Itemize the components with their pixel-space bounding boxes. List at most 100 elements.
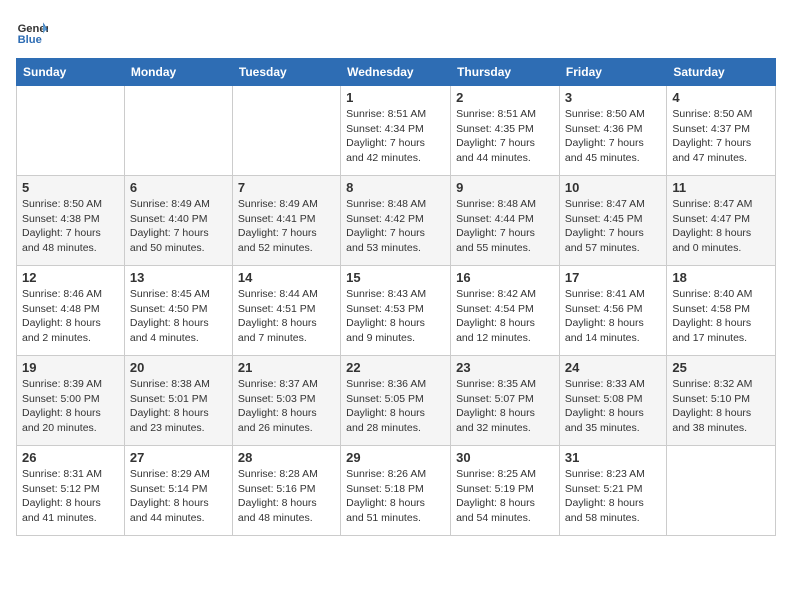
weekday-header-tuesday: Tuesday bbox=[232, 59, 340, 86]
calendar-cell: 15 Sunrise: 8:43 AM Sunset: 4:53 PM Dayli… bbox=[341, 266, 451, 356]
day-info: Sunrise: 8:50 AM Sunset: 4:36 PM Dayligh… bbox=[565, 107, 661, 166]
day-info: Sunrise: 8:38 AM Sunset: 5:01 PM Dayligh… bbox=[130, 377, 227, 436]
page-header: General Blue bbox=[16, 16, 776, 48]
logo-icon: General Blue bbox=[16, 16, 48, 48]
calendar-cell: 24 Sunrise: 8:33 AM Sunset: 5:08 PM Dayli… bbox=[559, 356, 666, 446]
logo: General Blue bbox=[16, 16, 52, 48]
calendar-cell: 30 Sunrise: 8:25 AM Sunset: 5:19 PM Dayli… bbox=[451, 446, 560, 536]
calendar-cell: 3 Sunrise: 8:50 AM Sunset: 4:36 PM Daylig… bbox=[559, 86, 666, 176]
day-number: 23 bbox=[456, 360, 554, 375]
calendar-week-4: 19 Sunrise: 8:39 AM Sunset: 5:00 PM Dayli… bbox=[17, 356, 776, 446]
calendar-cell: 28 Sunrise: 8:28 AM Sunset: 5:16 PM Dayli… bbox=[232, 446, 340, 536]
day-number: 28 bbox=[238, 450, 335, 465]
day-info: Sunrise: 8:26 AM Sunset: 5:18 PM Dayligh… bbox=[346, 467, 445, 526]
calendar-cell: 20 Sunrise: 8:38 AM Sunset: 5:01 PM Dayli… bbox=[124, 356, 232, 446]
weekday-header-sunday: Sunday bbox=[17, 59, 125, 86]
day-number: 30 bbox=[456, 450, 554, 465]
day-number: 14 bbox=[238, 270, 335, 285]
weekday-header-monday: Monday bbox=[124, 59, 232, 86]
calendar-cell: 26 Sunrise: 8:31 AM Sunset: 5:12 PM Dayli… bbox=[17, 446, 125, 536]
day-number: 29 bbox=[346, 450, 445, 465]
calendar-cell: 5 Sunrise: 8:50 AM Sunset: 4:38 PM Daylig… bbox=[17, 176, 125, 266]
day-number: 16 bbox=[456, 270, 554, 285]
calendar-cell: 10Sunrise: 8:47 AM Sunset: 4:45 PM Dayli… bbox=[559, 176, 666, 266]
day-info: Sunrise: 8:45 AM Sunset: 4:50 PM Dayligh… bbox=[130, 287, 227, 346]
weekday-header-row: SundayMondayTuesdayWednesdayThursdayFrid… bbox=[17, 59, 776, 86]
day-info: Sunrise: 8:31 AM Sunset: 5:12 PM Dayligh… bbox=[22, 467, 119, 526]
day-info: Sunrise: 8:51 AM Sunset: 4:34 PM Dayligh… bbox=[346, 107, 445, 166]
calendar-cell bbox=[124, 86, 232, 176]
weekday-header-thursday: Thursday bbox=[451, 59, 560, 86]
day-number: 24 bbox=[565, 360, 661, 375]
weekday-header-saturday: Saturday bbox=[667, 59, 776, 86]
weekday-header-friday: Friday bbox=[559, 59, 666, 86]
day-number: 11 bbox=[672, 180, 770, 195]
day-info: Sunrise: 8:51 AM Sunset: 4:35 PM Dayligh… bbox=[456, 107, 554, 166]
day-info: Sunrise: 8:39 AM Sunset: 5:00 PM Dayligh… bbox=[22, 377, 119, 436]
day-number: 6 bbox=[130, 180, 227, 195]
calendar-week-5: 26 Sunrise: 8:31 AM Sunset: 5:12 PM Dayli… bbox=[17, 446, 776, 536]
day-info: Sunrise: 8:35 AM Sunset: 5:07 PM Dayligh… bbox=[456, 377, 554, 436]
day-info: Sunrise: 8:43 AM Sunset: 4:53 PM Dayligh… bbox=[346, 287, 445, 346]
day-info: Sunrise: 8:48 AM Sunset: 4:44 PM Dayligh… bbox=[456, 197, 554, 256]
day-number: 26 bbox=[22, 450, 119, 465]
day-number: 8 bbox=[346, 180, 445, 195]
day-info: Sunrise: 8:47 AM Sunset: 4:47 PM Dayligh… bbox=[672, 197, 770, 256]
calendar-cell: 27 Sunrise: 8:29 AM Sunset: 5:14 PM Dayli… bbox=[124, 446, 232, 536]
calendar-cell bbox=[667, 446, 776, 536]
calendar-cell: 1 Sunrise: 8:51 AM Sunset: 4:34 PM Daylig… bbox=[341, 86, 451, 176]
calendar-cell: 31 Sunrise: 8:23 AM Sunset: 5:21 PM Dayli… bbox=[559, 446, 666, 536]
svg-text:Blue: Blue bbox=[18, 34, 42, 46]
day-info: Sunrise: 8:33 AM Sunset: 5:08 PM Dayligh… bbox=[565, 377, 661, 436]
day-number: 19 bbox=[22, 360, 119, 375]
calendar-cell: 6 Sunrise: 8:49 AM Sunset: 4:40 PM Daylig… bbox=[124, 176, 232, 266]
calendar-cell: 29 Sunrise: 8:26 AM Sunset: 5:18 PM Dayli… bbox=[341, 446, 451, 536]
calendar-cell: 16Sunrise: 8:42 AM Sunset: 4:54 PM Dayli… bbox=[451, 266, 560, 356]
day-info: Sunrise: 8:49 AM Sunset: 4:40 PM Dayligh… bbox=[130, 197, 227, 256]
day-info: Sunrise: 8:36 AM Sunset: 5:05 PM Dayligh… bbox=[346, 377, 445, 436]
day-number: 22 bbox=[346, 360, 445, 375]
day-number: 5 bbox=[22, 180, 119, 195]
day-info: Sunrise: 8:32 AM Sunset: 5:10 PM Dayligh… bbox=[672, 377, 770, 436]
day-number: 15 bbox=[346, 270, 445, 285]
day-number: 3 bbox=[565, 90, 661, 105]
calendar-cell bbox=[17, 86, 125, 176]
day-info: Sunrise: 8:46 AM Sunset: 4:48 PM Dayligh… bbox=[22, 287, 119, 346]
day-number: 27 bbox=[130, 450, 227, 465]
day-number: 25 bbox=[672, 360, 770, 375]
day-info: Sunrise: 8:49 AM Sunset: 4:41 PM Dayligh… bbox=[238, 197, 335, 256]
day-number: 17 bbox=[565, 270, 661, 285]
day-info: Sunrise: 8:48 AM Sunset: 4:42 PM Dayligh… bbox=[346, 197, 445, 256]
calendar-cell: 22 Sunrise: 8:36 AM Sunset: 5:05 PM Dayli… bbox=[341, 356, 451, 446]
day-info: Sunrise: 8:23 AM Sunset: 5:21 PM Dayligh… bbox=[565, 467, 661, 526]
day-info: Sunrise: 8:41 AM Sunset: 4:56 PM Dayligh… bbox=[565, 287, 661, 346]
calendar-cell: 11 Sunrise: 8:47 AM Sunset: 4:47 PM Dayli… bbox=[667, 176, 776, 266]
day-info: Sunrise: 8:50 AM Sunset: 4:38 PM Dayligh… bbox=[22, 197, 119, 256]
day-number: 31 bbox=[565, 450, 661, 465]
calendar-cell: 25 Sunrise: 8:32 AM Sunset: 5:10 PM Dayli… bbox=[667, 356, 776, 446]
day-info: Sunrise: 8:29 AM Sunset: 5:14 PM Dayligh… bbox=[130, 467, 227, 526]
calendar-cell: 14 Sunrise: 8:44 AM Sunset: 4:51 PM Dayli… bbox=[232, 266, 340, 356]
day-number: 10 bbox=[565, 180, 661, 195]
calendar-cell: 17 Sunrise: 8:41 AM Sunset: 4:56 PM Dayli… bbox=[559, 266, 666, 356]
day-number: 7 bbox=[238, 180, 335, 195]
day-info: Sunrise: 8:44 AM Sunset: 4:51 PM Dayligh… bbox=[238, 287, 335, 346]
day-info: Sunrise: 8:37 AM Sunset: 5:03 PM Dayligh… bbox=[238, 377, 335, 436]
calendar-cell: 4Sunrise: 8:50 AM Sunset: 4:37 PM Daylig… bbox=[667, 86, 776, 176]
day-number: 2 bbox=[456, 90, 554, 105]
calendar-week-3: 12Sunrise: 8:46 AM Sunset: 4:48 PM Dayli… bbox=[17, 266, 776, 356]
day-number: 4 bbox=[672, 90, 770, 105]
calendar-cell: 9Sunrise: 8:48 AM Sunset: 4:44 PM Daylig… bbox=[451, 176, 560, 266]
calendar-week-2: 5 Sunrise: 8:50 AM Sunset: 4:38 PM Daylig… bbox=[17, 176, 776, 266]
day-number: 1 bbox=[346, 90, 445, 105]
calendar-cell: 7 Sunrise: 8:49 AM Sunset: 4:41 PM Daylig… bbox=[232, 176, 340, 266]
day-info: Sunrise: 8:28 AM Sunset: 5:16 PM Dayligh… bbox=[238, 467, 335, 526]
day-info: Sunrise: 8:25 AM Sunset: 5:19 PM Dayligh… bbox=[456, 467, 554, 526]
calendar-week-1: 1 Sunrise: 8:51 AM Sunset: 4:34 PM Daylig… bbox=[17, 86, 776, 176]
calendar-cell: 2 Sunrise: 8:51 AM Sunset: 4:35 PM Daylig… bbox=[451, 86, 560, 176]
calendar-cell: 8 Sunrise: 8:48 AM Sunset: 4:42 PM Daylig… bbox=[341, 176, 451, 266]
day-number: 20 bbox=[130, 360, 227, 375]
day-number: 13 bbox=[130, 270, 227, 285]
day-number: 21 bbox=[238, 360, 335, 375]
calendar-cell: 12Sunrise: 8:46 AM Sunset: 4:48 PM Dayli… bbox=[17, 266, 125, 356]
